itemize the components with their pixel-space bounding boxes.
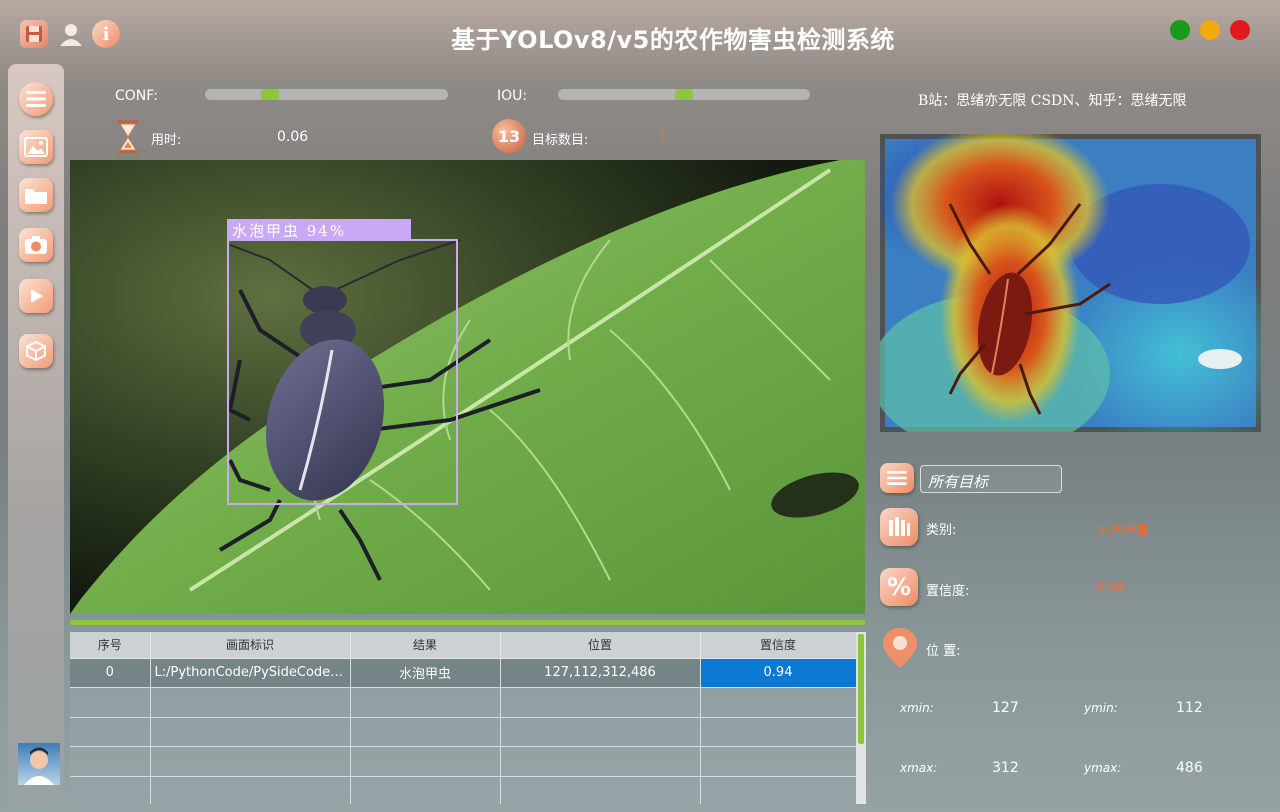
cell[interactable] <box>500 687 701 718</box>
cell-source[interactable]: L:/PythonCode/PySideCode/... <box>150 658 351 689</box>
cell[interactable] <box>700 687 857 718</box>
count-value: 1 <box>659 129 668 144</box>
menu-icon[interactable] <box>19 82 53 116</box>
detection-label: 水泡甲虫 94% <box>232 222 347 240</box>
time-value: 0.06 <box>277 129 309 145</box>
time-label: 用时: <box>151 133 182 148</box>
cell[interactable] <box>700 746 857 777</box>
target-filter-value: 所有目标 <box>928 473 989 491</box>
cell[interactable] <box>350 746 501 777</box>
conf-slider[interactable] <box>205 89 448 100</box>
cell[interactable] <box>350 687 501 718</box>
count-label: 目标数目: <box>532 133 589 148</box>
table-header: 序号 画面标识 结果 位置 置信度 <box>70 632 857 659</box>
hourglass-icon <box>115 120 141 158</box>
filter-menu-icon[interactable] <box>880 463 914 493</box>
cell[interactable] <box>500 776 701 804</box>
header-position[interactable]: 位置 <box>500 632 701 659</box>
location-pin-icon <box>880 626 920 674</box>
header-index[interactable]: 序号 <box>70 632 151 659</box>
cell-position[interactable]: 127,112,312,486 <box>500 658 701 689</box>
folder-icon[interactable] <box>19 178 53 212</box>
xmax-label: xmax: <box>900 761 938 775</box>
position-label: 位 置: <box>926 644 961 659</box>
cell[interactable] <box>350 776 501 804</box>
category-value: 水泡甲虫 <box>1097 524 1150 539</box>
category-icon <box>880 508 918 546</box>
detection-image: 水泡甲虫 94% <box>70 160 865 614</box>
cell[interactable] <box>350 717 501 748</box>
table-row[interactable] <box>70 717 857 748</box>
cell-index[interactable]: 0 <box>70 658 151 689</box>
xmax-value: 312 <box>992 760 1019 776</box>
ymin-value: 112 <box>1176 700 1203 716</box>
cell[interactable] <box>150 746 351 777</box>
credits-text: B站：思绪亦无限 CSDN、知乎：思绪无限 <box>918 93 1187 109</box>
cell[interactable] <box>150 776 351 804</box>
window-title: 基于YOLOv8/v5的农作物害虫检测系统 <box>451 26 895 54</box>
header-confidence[interactable]: 置信度 <box>700 632 857 659</box>
cell[interactable] <box>700 776 857 804</box>
cell-result[interactable]: 水泡甲虫 <box>350 658 501 689</box>
minimize-button[interactable] <box>1200 20 1220 40</box>
header-source[interactable]: 画面标识 <box>150 632 351 659</box>
iou-slider-handle[interactable] <box>675 89 693 100</box>
ymax-value: 486 <box>1176 760 1203 776</box>
conf-slider-handle[interactable] <box>261 89 279 100</box>
cell[interactable] <box>150 717 351 748</box>
count-icon: 13 <box>492 119 526 153</box>
cell[interactable] <box>150 687 351 718</box>
heatmap-image <box>880 134 1261 432</box>
cell[interactable] <box>500 717 701 748</box>
cell[interactable] <box>70 717 151 748</box>
ymin-label: ymin: <box>1084 701 1118 715</box>
model-icon[interactable] <box>19 334 53 368</box>
conf-label: CONF: <box>115 88 158 104</box>
table-row[interactable] <box>70 746 857 777</box>
cell-confidence[interactable]: 0.94 <box>700 658 857 689</box>
category-label: 类别: <box>926 523 957 538</box>
table-row[interactable]: 0 L:/PythonCode/PySideCode/... 水泡甲虫 127,… <box>70 658 857 689</box>
cell[interactable] <box>70 746 151 777</box>
cell[interactable] <box>70 776 151 804</box>
sidebar <box>8 64 64 804</box>
avatar[interactable] <box>18 743 60 785</box>
cell[interactable] <box>700 717 857 748</box>
camera-icon[interactable] <box>19 228 53 262</box>
results-table[interactable]: 序号 画面标识 结果 位置 置信度 0 L:/PythonCode/PySide… <box>70 632 866 804</box>
target-filter-select[interactable]: 所有目标 <box>920 465 1062 493</box>
iou-slider[interactable] <box>558 89 810 100</box>
iou-label: IOU: <box>497 88 528 104</box>
header-result[interactable]: 结果 <box>350 632 501 659</box>
cell[interactable] <box>500 746 701 777</box>
cell[interactable] <box>70 687 151 718</box>
table-scrollbar-thumb[interactable] <box>858 634 864 744</box>
percent-icon: % <box>880 568 918 606</box>
xmin-value: 127 <box>992 700 1019 716</box>
confidence-value: 0.94 <box>1097 580 1126 595</box>
maximize-button[interactable] <box>1170 20 1190 40</box>
progress-bar <box>70 620 865 625</box>
xmin-label: xmin: <box>900 701 934 715</box>
video-icon[interactable] <box>19 279 53 313</box>
table-row[interactable] <box>70 776 857 804</box>
table-scrollbar[interactable] <box>856 632 866 804</box>
image-icon[interactable] <box>19 130 53 164</box>
table-row[interactable] <box>70 687 857 718</box>
close-button[interactable] <box>1230 20 1250 40</box>
ymax-label: ymax: <box>1084 761 1122 775</box>
confidence-label: 置信度: <box>926 584 970 599</box>
